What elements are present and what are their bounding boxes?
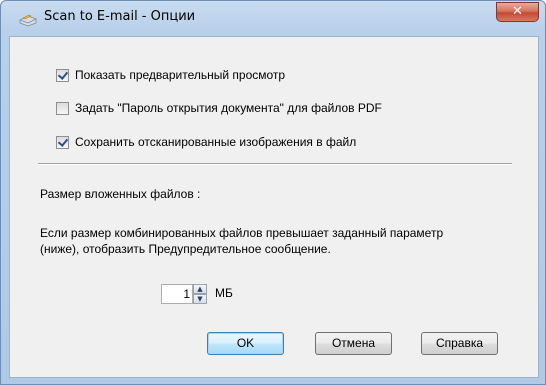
size-limit-stepper[interactable]: ▲ ▼	[193, 284, 207, 304]
size-limit-input[interactable]: 1	[161, 284, 193, 304]
attachment-size-heading: Размер вложенных файлов :	[40, 187, 201, 201]
pdf-password-checkbox[interactable]	[56, 101, 69, 115]
attachment-size-description-line1: Если размер комбинированных файлов превы…	[40, 226, 444, 240]
options-dialog-window: Scan to E-mail - Опции ✕ Показать предва…	[0, 0, 546, 385]
pdf-password-label[interactable]: Задать "Пароль открытия документа" для ф…	[75, 101, 382, 115]
pdf-password-option[interactable]: Задать "Пароль открытия документа" для ф…	[56, 100, 382, 116]
save-to-file-label[interactable]: Сохранить отсканированные изображения в …	[75, 135, 356, 149]
dialog-content: Показать предварительный просмотр Задать…	[9, 36, 539, 378]
save-to-file-checkbox[interactable]	[56, 135, 69, 149]
ok-button[interactable]: OK	[207, 332, 284, 355]
close-button[interactable]: ✕	[496, 2, 539, 22]
show-preview-option[interactable]: Показать предварительный просмотр	[56, 67, 285, 83]
window-title: Scan to E-mail - Опции	[44, 9, 196, 24]
show-preview-label[interactable]: Показать предварительный просмотр	[75, 68, 285, 82]
cancel-button[interactable]: Отмена	[315, 332, 392, 355]
show-preview-checkbox[interactable]	[56, 68, 69, 82]
help-button[interactable]: Справка	[421, 332, 498, 355]
stepper-up-arrow-icon[interactable]: ▲	[193, 284, 207, 294]
title-bar[interactable]: Scan to E-mail - Опции ✕	[1, 1, 545, 35]
save-to-file-option[interactable]: Сохранить отсканированные изображения в …	[56, 134, 356, 150]
attachment-size-description-line2: (ниже), отобразить Предупредительное соо…	[40, 242, 331, 256]
close-icon: ✕	[512, 4, 523, 19]
stepper-down-arrow-icon[interactable]: ▼	[193, 294, 207, 304]
size-unit-label: МБ	[215, 286, 233, 300]
separator-line	[38, 163, 512, 165]
scanner-app-icon	[19, 14, 37, 27]
